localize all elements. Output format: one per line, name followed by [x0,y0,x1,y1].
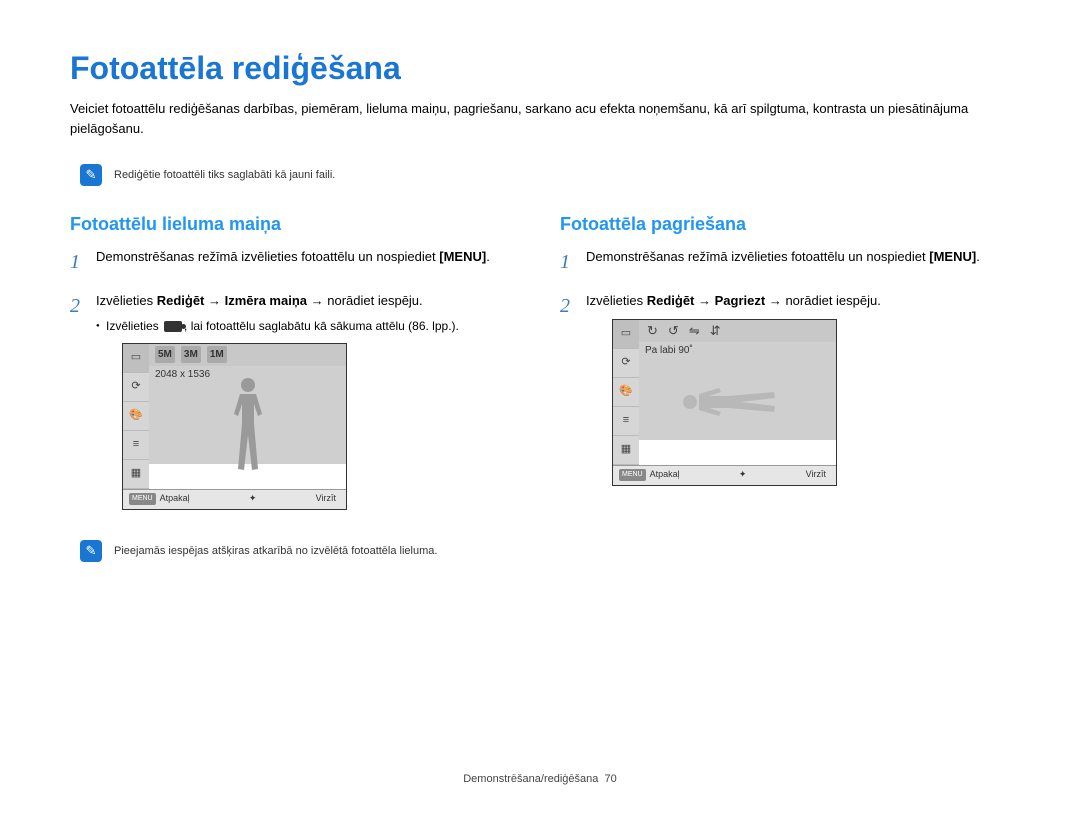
side-icons: ▭ ⟳ 🎨 ≡ ▦ [613,320,639,465]
side-icons: ▭ ⟳ 🎨 ≡ ▦ [123,344,149,489]
step2-post: norādiet iespēju. [327,293,422,308]
tool-crop-icon: ▭ [123,344,149,373]
nav-icon: ✦ [249,493,257,503]
menu-badge: MENU [619,469,646,482]
tool-adjust-icon: ≡ [613,407,639,436]
step-2-right: 2 Izvēlieties Rediģēt → Pagriezt → norād… [560,291,1010,486]
menu-button-ref: [MENU] [439,249,486,264]
menu-badge: MENU [129,493,156,506]
move-label: Virzīt [316,492,346,506]
size-5m: 5M [155,346,175,363]
step2-edit: Rediģēt [647,293,695,308]
size-3m: 3M [181,346,201,363]
page-footer: Demonstrēšana/rediģēšana 70 [0,773,1080,785]
arrow: → [698,293,715,308]
step1-post: . [976,249,980,264]
size-1m: 1M [207,346,227,363]
resize-screen-mock: ▭ ⟳ 🎨 ≡ ▦ 5M 3M 1M [122,343,347,510]
step-2-left: 2 Izvēlieties Rediģēt → Izmēra maiņa → n… [70,291,520,510]
step-number: 1 [560,247,574,277]
note-box-1: ✎ Rediģētie fotoattēli tiks saglabāti kā… [70,156,1010,194]
tool-color-icon: 🎨 [613,378,639,407]
screen-bottom-bar: MENU Atpakaļ ✦ Virzīt [613,465,836,485]
flip-v-icon: ⇵ [710,321,721,341]
step1-text: Demonstrēšanas režīmā izvēlieties fotoat… [96,249,439,264]
size-options-row: 5M 3M 1M [149,344,346,366]
arrow: → [769,293,786,308]
tool-effect-icon: ▦ [613,436,639,465]
step-number: 2 [70,291,84,510]
note-text-1: Rediģētie fotoattēli tiks saglabāti kā j… [114,169,335,181]
left-column: Fotoattēlu lieluma maiņa 1 Demonstrēšana… [70,214,520,590]
note-icon: ✎ [80,164,102,186]
person-silhouette-rotated [683,377,793,427]
step1-text: Demonstrēšanas režīmā izvēlieties fotoat… [586,249,929,264]
tool-crop-icon: ▭ [613,320,639,349]
intro-text: Veiciet fotoattēlu rediģēšanas darbības,… [70,99,1010,138]
step-number: 2 [560,291,574,486]
tool-color-icon: 🎨 [123,402,149,431]
section-title-resize: Fotoattēlu lieluma maiņa [70,214,520,235]
step1-post: . [486,249,490,264]
flip-h-icon: ⇋ [689,321,700,341]
arrow: → [311,293,328,308]
step2-pre: Izvēlieties [586,293,647,308]
step2-resize: Izmēra maiņa [225,293,307,308]
tool-rotate-icon: ⟳ [613,349,639,378]
move-label: Virzīt [806,468,836,482]
note-icon: ✎ [80,540,102,562]
footer-page-number: 70 [605,773,617,785]
step2-edit: Rediģēt [157,293,205,308]
back-label: Atpakaļ [160,492,190,506]
person-silhouette [228,378,268,473]
back-label: Atpakaļ [650,468,680,482]
step-1-right: 1 Demonstrēšanas režīmā izvēlieties foto… [560,247,1010,277]
sub-bullet: Izvēlieties , lai fotoattēlu saglabātu k… [96,317,520,335]
menu-button-ref: [MENU] [929,249,976,264]
step2-pre: Izvēlieties [96,293,157,308]
tool-adjust-icon: ≡ [123,431,149,460]
nav-icon: ✦ [739,469,747,479]
tool-rotate-icon: ⟳ [123,373,149,402]
section-title-rotate: Fotoattēla pagriešana [560,214,1010,235]
rotate-right-icon: ↻ [647,321,658,341]
startup-size-icon [233,350,247,360]
step-1-left: 1 Demonstrēšanas režīmā izvēlieties foto… [70,247,520,277]
step2-post: norādiet iespēju. [785,293,880,308]
right-column: Fotoattēla pagriešana 1 Demonstrēšanas r… [560,214,1010,590]
page-title: Fotoattēla rediģēšana [70,50,1010,87]
arrow: → [208,293,225,308]
note-box-2: ✎ Pieejamās iespējas atšķiras atkarībā n… [70,532,520,570]
rotate-options-row: ↻ ↺ ⇋ ⇵ [639,320,836,342]
rotate-screen-mock: ▭ ⟳ 🎨 ≡ ▦ ↻ ↺ ⇋ ⇵ [612,319,837,486]
startup-image-icon [164,321,182,332]
step2-rotate: Pagriezt [715,293,766,308]
footer-section: Demonstrēšana/rediģēšana [463,773,598,785]
screen-bottom-bar: MENU Atpakaļ ✦ Virzīt [123,489,346,509]
tool-effect-icon: ▦ [123,460,149,489]
note-text-2: Pieejamās iespējas atšķiras atkarībā no … [114,545,437,557]
step-number: 1 [70,247,84,277]
rotate-left-icon: ↺ [668,321,679,341]
rotate-label: Pa labi 90˚ [639,342,836,360]
